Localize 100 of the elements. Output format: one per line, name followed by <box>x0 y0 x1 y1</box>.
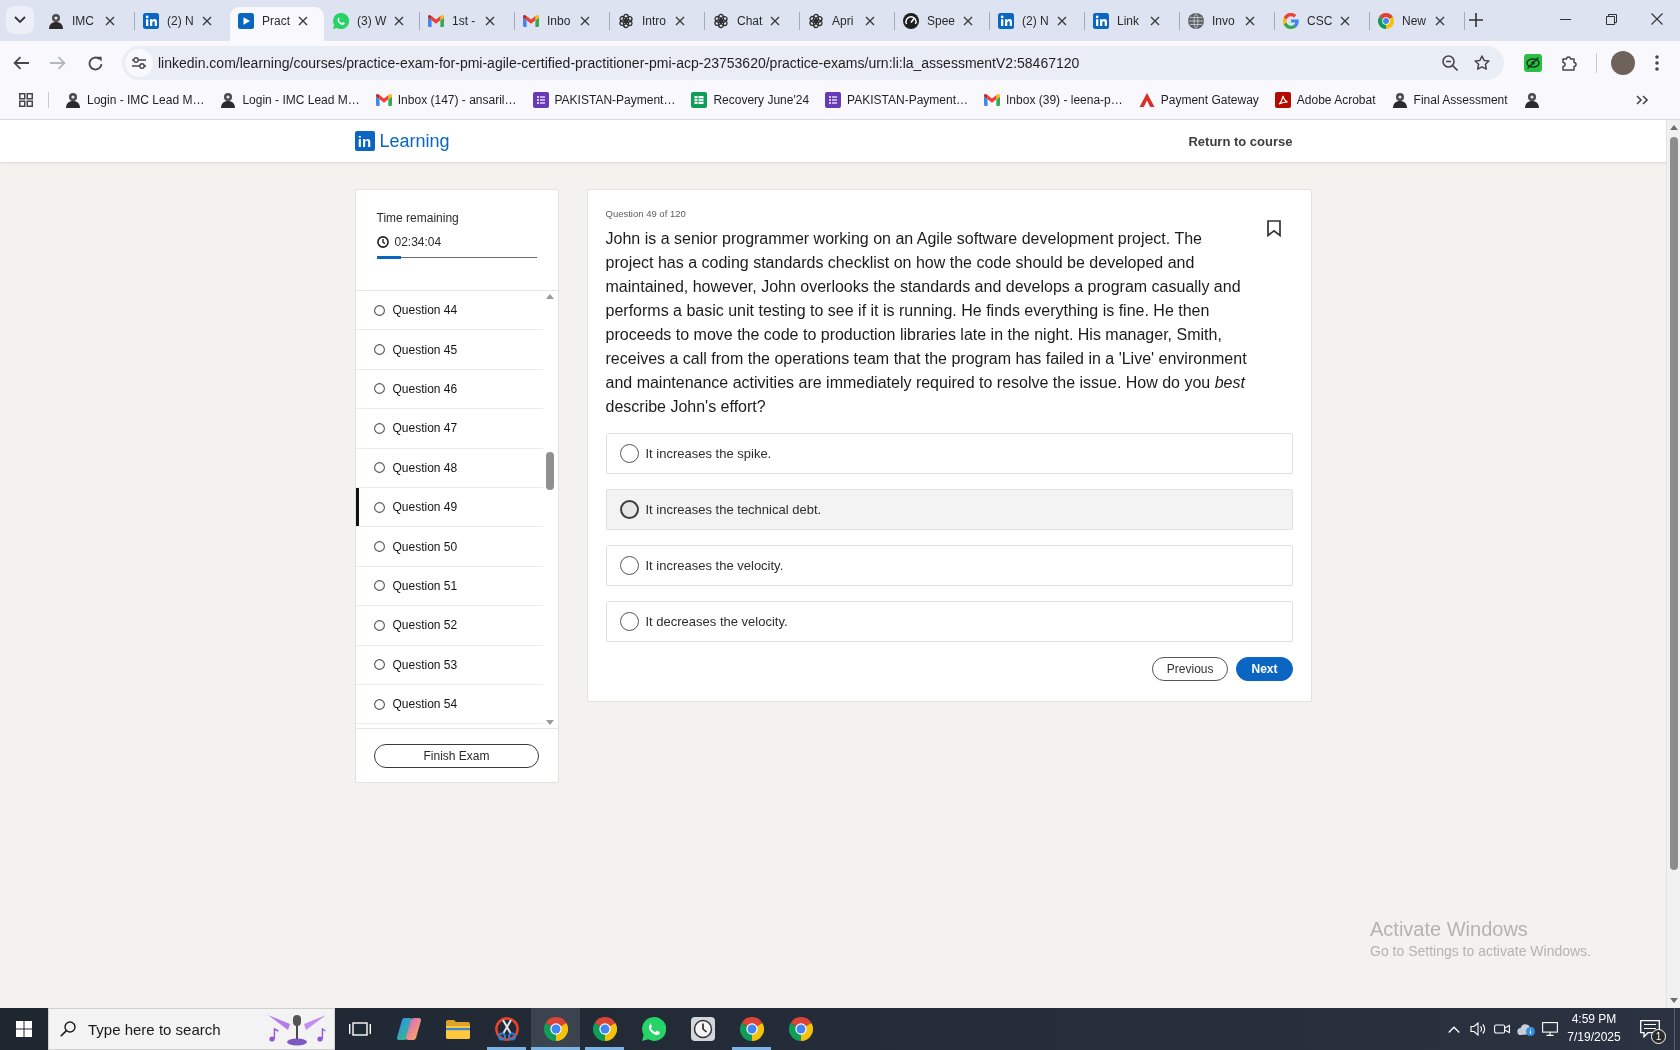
close-icon[interactable] <box>1340 16 1351 26</box>
bookmark-item[interactable]: Adobe Acrobat <box>1268 86 1382 113</box>
browser-tab[interactable]: Chat <box>705 7 799 41</box>
speaker-icon <box>1470 1022 1486 1036</box>
browser-tab[interactable]: Inbo <box>515 7 609 41</box>
bookmark-button[interactable] <box>1266 220 1281 237</box>
close-icon[interactable] <box>675 16 685 26</box>
bookmark-item[interactable]: PAKISTAN-Payment… <box>819 86 975 113</box>
openai-icon <box>713 13 729 29</box>
whatsapp-icon <box>333 13 349 29</box>
globe-icon <box>1188 13 1204 29</box>
chevron-down-icon <box>14 16 26 24</box>
close-icon[interactable] <box>1245 16 1255 26</box>
scroll-up-icon[interactable] <box>546 294 554 299</box>
close-icon[interactable] <box>865 16 875 26</box>
browser-tab[interactable]: IMC <box>40 7 134 41</box>
tab-search-button[interactable] <box>6 6 34 34</box>
bookmark-item[interactable]: Login - IMC Lead M… <box>214 86 366 113</box>
question-nav-item[interactable]: Question 45 <box>355 330 543 370</box>
question-nav-item[interactable]: Question 49 <box>355 487 543 528</box>
radio-button[interactable] <box>619 444 639 463</box>
chevron-up-icon <box>1448 1025 1460 1033</box>
browser-tab[interactable]: Invo <box>1180 7 1274 41</box>
question-nav-item[interactable]: Question 48 <box>355 448 543 488</box>
browser-tab[interactable]: (2) N <box>990 7 1084 41</box>
browser-tab[interactable]: Pract <box>230 7 324 41</box>
star-icon <box>1474 55 1490 71</box>
scroll-down-icon[interactable] <box>1669 998 1678 1003</box>
gmail-icon <box>428 15 444 27</box>
restore-icon <box>1605 13 1617 25</box>
gmail-icon <box>375 93 392 106</box>
site-info-button[interactable] <box>125 49 153 77</box>
question-nav-item[interactable]: Question 52 <box>355 606 543 646</box>
browser-tab[interactable]: Link <box>1085 7 1179 41</box>
previous-button[interactable]: Previous <box>1151 657 1229 681</box>
gauge-icon <box>903 13 919 29</box>
close-icon[interactable] <box>770 16 781 26</box>
close-icon[interactable] <box>485 16 495 26</box>
clock-icon <box>690 1017 715 1041</box>
question-nav-item[interactable]: Question 46 <box>355 369 543 410</box>
task-view-icon <box>347 1019 372 1039</box>
radio-button[interactable] <box>619 556 639 575</box>
google-icon <box>1283 13 1299 29</box>
plus-icon <box>1469 13 1483 27</box>
scroll-down-icon[interactable] <box>546 720 554 725</box>
close-icon[interactable] <box>105 16 115 26</box>
browser-tab[interactable]: (2) N <box>135 7 229 41</box>
question-nav-item[interactable]: Question 51 <box>355 566 543 607</box>
taskbar-button[interactable] <box>531 1008 580 1050</box>
tune-icon <box>132 57 146 69</box>
bookmark-item[interactable]: PAKISTAN-Payment… <box>526 86 682 113</box>
answer-option[interactable]: It increases the velocity. <box>605 545 1293 586</box>
notifications-button[interactable]: 1 <box>1626 1008 1674 1050</box>
browser-tab[interactable]: New <box>1370 7 1464 41</box>
close-icon[interactable] <box>963 16 974 26</box>
answer-option[interactable]: It decreases the velocity. <box>605 601 1293 642</box>
forward-arrow-icon <box>50 56 66 70</box>
bookmark-item[interactable]: Inbox (39) - leena-p… <box>978 86 1129 113</box>
scrollbar-thumb[interactable] <box>546 452 554 490</box>
question-nav-item[interactable]: Question 54 <box>355 684 543 725</box>
menu-icon <box>1655 55 1659 71</box>
browser-tab[interactable]: Spee <box>895 7 989 41</box>
answer-option[interactable]: It increases the technical debt. <box>605 489 1293 530</box>
finish-exam-button[interactable]: Finish Exam <box>374 743 539 768</box>
page-scrollbar-thumb[interactable] <box>1669 137 1678 870</box>
radio-button[interactable] <box>619 500 639 519</box>
bookmark-item[interactable]: Login - IMC Lead M… <box>59 86 211 113</box>
question-nav-item[interactable]: Question 50 <box>355 527 543 567</box>
bookmark-item[interactable]: Recovery June'24 <box>685 86 816 113</box>
bookmark-item[interactable]: Inbox (147) - ansaril… <box>369 86 523 113</box>
browser-tab[interactable]: Apri <box>800 7 894 41</box>
address-bar[interactable]: linkedin.com/learning/courses/practice-exam-for-pmi-agile-certified-practitioner-pmi-acp-23753620/practice-exams/urn:li:la_assessmentV2:58467120 <box>122 46 1504 80</box>
browser-tab[interactable]: (3) W <box>325 7 419 41</box>
answer-option[interactable]: It increases the spike. <box>605 433 1293 474</box>
browser-tab[interactable]: CSC <box>1275 7 1369 41</box>
close-icon[interactable] <box>298 16 308 26</box>
question-nav-item[interactable]: Question 47 <box>355 409 543 449</box>
close-icon[interactable] <box>580 16 590 26</box>
close-icon[interactable] <box>1150 16 1160 26</box>
radio-button[interactable] <box>619 612 639 631</box>
reload-icon <box>87 55 103 71</box>
bookmark-item[interactable]: Payment Gateway <box>1132 86 1265 113</box>
browser-tab[interactable]: Intro <box>610 7 704 41</box>
close-icon[interactable] <box>1435 16 1445 26</box>
next-button[interactable]: Next <box>1236 657 1293 681</box>
bust-icon <box>1523 91 1540 108</box>
browser-tab[interactable]: 1st - <box>420 7 514 41</box>
chrome-icon <box>788 1017 813 1041</box>
close-icon[interactable] <box>394 16 405 26</box>
taskbar-clock[interactable]: 4:59 PM 7/19/2025 <box>1562 1008 1626 1050</box>
close-icon[interactable] <box>1056 16 1067 26</box>
bookmark-item[interactable]: Final Assessment <box>1385 86 1514 113</box>
close-icon[interactable] <box>201 16 212 26</box>
form-icon <box>825 91 842 108</box>
scroll-up-icon[interactable] <box>1669 125 1678 130</box>
question-nav-item[interactable]: Question 53 <box>355 645 543 685</box>
taskbar-search-field[interactable]: Type here to search <box>48 1008 335 1050</box>
return-to-course-link[interactable]: Return to course <box>1188 133 1293 149</box>
bust-icon <box>48 13 64 29</box>
question-nav-item[interactable]: Question 44 <box>355 291 543 331</box>
